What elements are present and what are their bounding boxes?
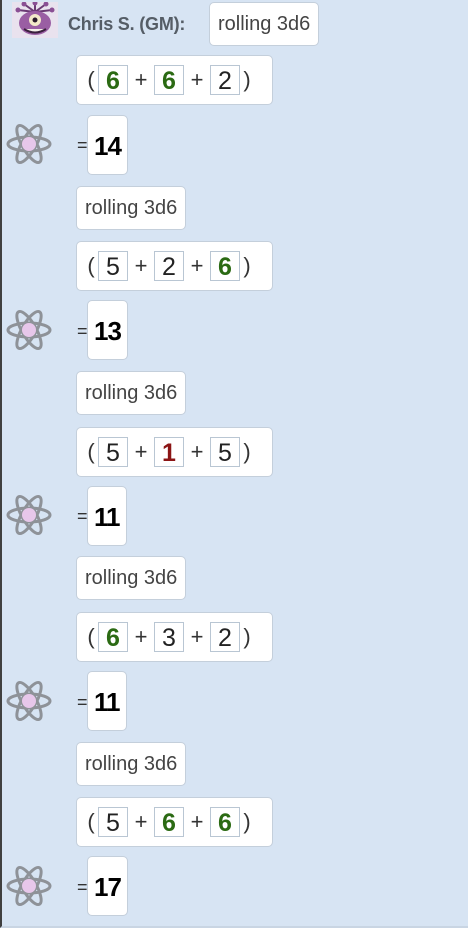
open-paren: ( xyxy=(87,253,95,278)
roll-total: 14 xyxy=(87,115,128,175)
die-result: 6 xyxy=(154,65,184,95)
close-paren: ) xyxy=(243,67,251,92)
roll-command: rolling 3d6 xyxy=(76,186,187,230)
plus-sign: + xyxy=(134,624,148,649)
close-paren: ) xyxy=(243,809,251,834)
die-result: 6 xyxy=(98,622,128,652)
plus-sign: + xyxy=(134,67,148,92)
dice-formula: ( 5 + 6 + 6 ) xyxy=(76,797,273,847)
dice-formula: ( 6 + 6 + 2 ) xyxy=(76,55,273,105)
die-result: 2 xyxy=(210,622,240,652)
open-paren: ( xyxy=(87,809,95,834)
dice-formula: ( 6 + 3 + 2 ) xyxy=(76,612,273,662)
dice-formula: ( 5 + 1 + 5 ) xyxy=(76,427,273,477)
close-paren: ) xyxy=(243,439,251,464)
open-paren: ( xyxy=(87,624,95,649)
plus-sign: + xyxy=(190,809,204,834)
plus-sign: + xyxy=(134,809,148,834)
die-result: 6 xyxy=(210,807,240,837)
roll-total: 13 xyxy=(87,300,128,360)
roll-total: 17 xyxy=(87,856,128,916)
roll-command: rolling 3d6 xyxy=(76,742,187,786)
atom-icon xyxy=(6,680,52,722)
open-paren: ( xyxy=(87,67,95,92)
die-result: 5 xyxy=(98,437,128,467)
open-paren: ( xyxy=(87,439,95,464)
plus-sign: + xyxy=(134,439,148,464)
die-result: 5 xyxy=(98,807,128,837)
atom-icon xyxy=(6,123,52,165)
sender-name: Chris S. (GM): xyxy=(68,14,186,34)
equals-sign: = xyxy=(77,506,88,526)
roll-command: rolling 3d6 xyxy=(209,2,320,46)
plus-sign: + xyxy=(134,253,148,278)
roll-command: rolling 3d6 xyxy=(76,371,187,415)
close-paren: ) xyxy=(243,624,251,649)
die-result: 2 xyxy=(210,65,240,95)
dice-formula: ( 5 + 2 + 6 ) xyxy=(76,241,273,291)
equals-sign: = xyxy=(77,877,88,897)
die-result: 2 xyxy=(154,251,184,281)
die-result: 1 xyxy=(154,437,184,467)
equals-sign: = xyxy=(77,135,88,155)
equals-sign: = xyxy=(77,321,88,341)
plus-sign: + xyxy=(190,253,204,278)
atom-icon xyxy=(6,494,52,536)
atom-icon xyxy=(6,309,52,351)
roll-total: 11 xyxy=(87,671,127,731)
plus-sign: + xyxy=(190,439,204,464)
die-result: 3 xyxy=(154,622,184,652)
plus-sign: + xyxy=(190,67,204,92)
die-result: 6 xyxy=(154,807,184,837)
chat-log: Chris S. (GM): rolling 3d6 ( 6 + 6 + 2 )… xyxy=(0,0,468,928)
roll-total: 11 xyxy=(87,486,127,546)
roll-command: rolling 3d6 xyxy=(76,556,187,600)
die-result: 5 xyxy=(210,437,240,467)
die-result: 6 xyxy=(98,65,128,95)
die-result: 5 xyxy=(98,251,128,281)
beholder-avatar-icon xyxy=(12,2,58,38)
equals-sign: = xyxy=(77,692,88,712)
close-paren: ) xyxy=(243,253,251,278)
atom-icon xyxy=(6,865,52,907)
plus-sign: + xyxy=(190,624,204,649)
die-result: 6 xyxy=(210,251,240,281)
